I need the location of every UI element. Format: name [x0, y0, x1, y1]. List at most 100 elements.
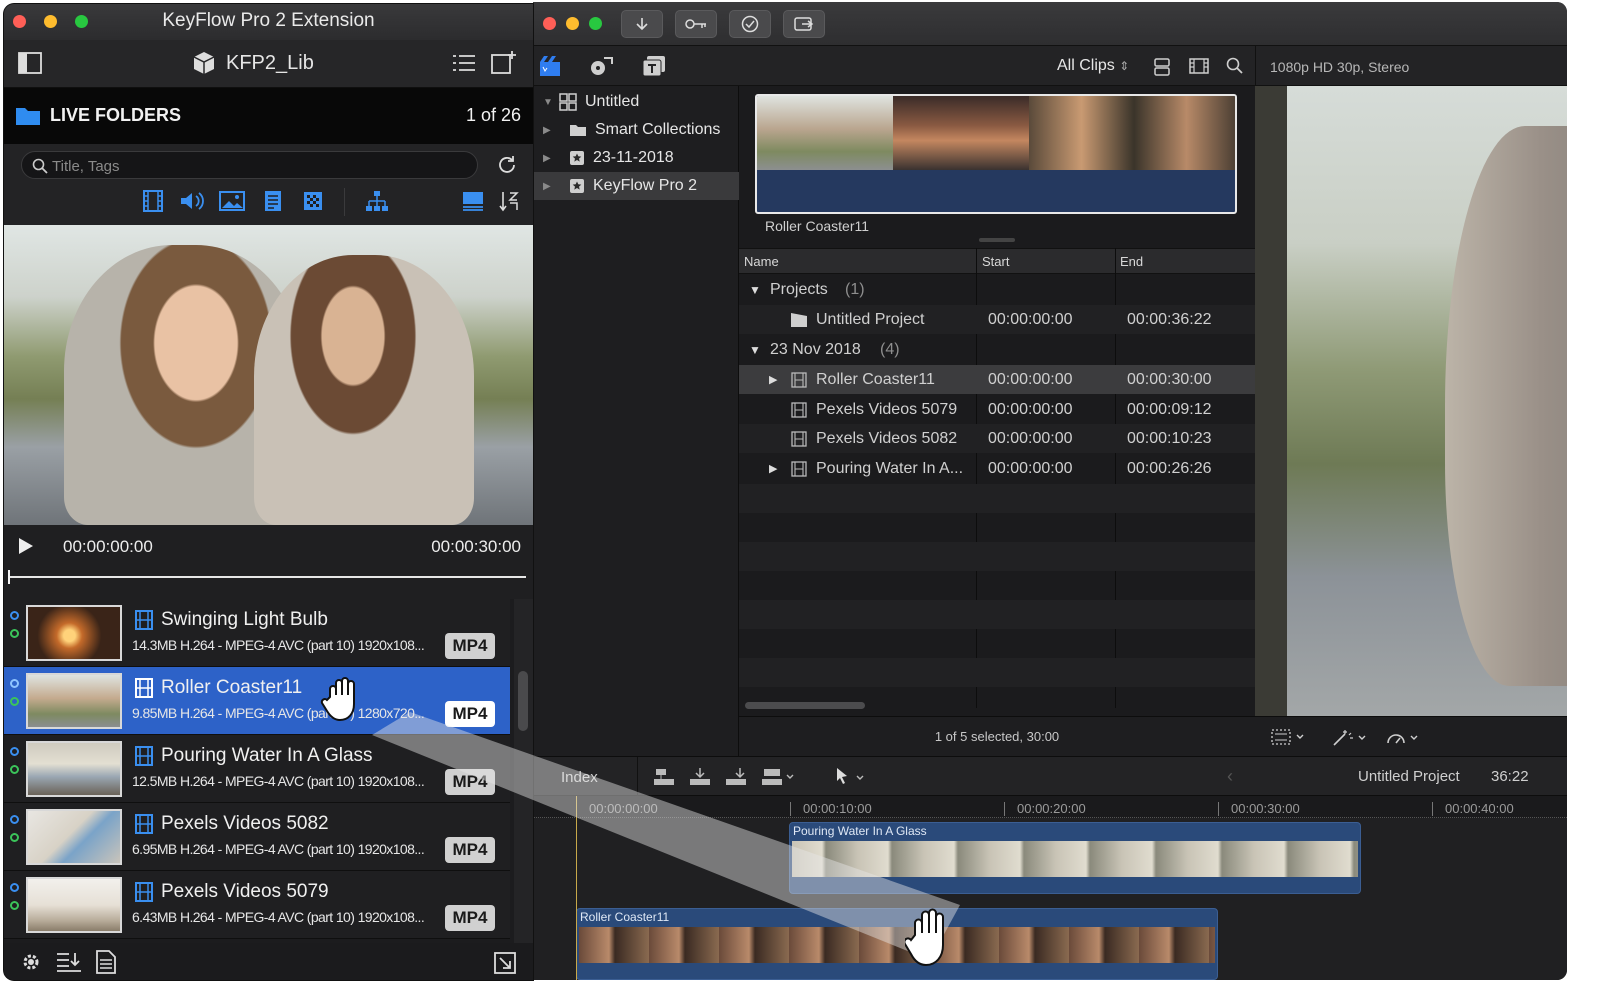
document-icon[interactable] [95, 950, 117, 974]
overwrite-clip-icon[interactable] [761, 767, 797, 787]
list-row-selected[interactable]: ▶ Roller Coaster11 00:00:00:00 00:00:30:… [739, 365, 1255, 394]
play-icon[interactable] [18, 537, 34, 555]
share-button[interactable] [783, 10, 825, 38]
disclosure-closed-icon[interactable]: ▶ [769, 462, 777, 475]
filmstrip-frame [1029, 96, 1235, 170]
video-filter-icon[interactable] [140, 188, 166, 214]
status-dot-blue [10, 747, 19, 756]
library-name[interactable]: KFP2_Lib [226, 52, 314, 75]
zoom-button[interactable] [75, 15, 88, 28]
other-files-filter-icon[interactable] [300, 188, 326, 214]
fcp-window: All Clips ⇕ 1080p HD 30p, Stereo ▼ Untit… [533, 2, 1567, 980]
resize-handle[interactable] [979, 238, 1015, 242]
view-options-icon[interactable] [1271, 729, 1305, 745]
folder-icon [569, 123, 587, 137]
clip-thumbnail [26, 741, 122, 797]
disclosure-closed-icon[interactable]: ▶ [543, 153, 557, 164]
search-input[interactable] [52, 155, 452, 177]
selected-clip-filmstrip[interactable] [755, 94, 1237, 214]
clip-list-item[interactable]: Swinging Light Bulb 14.3MB H.264 - MPEG-… [4, 599, 510, 667]
library-item-event-keyflow-pro-2[interactable]: ▶ KeyFlow Pro 2 [533, 172, 739, 200]
playhead[interactable] [576, 796, 577, 980]
sort-icon[interactable] [496, 188, 522, 214]
gear-icon[interactable] [20, 951, 42, 973]
clip-list-item[interactable]: Pouring Water In A Glass 12.5MB H.264 - … [4, 735, 510, 803]
libraries-icon[interactable] [538, 54, 562, 78]
audio-filter-icon[interactable] [179, 188, 205, 214]
search-icon[interactable] [1226, 57, 1244, 75]
select-tool-icon[interactable] [833, 767, 869, 787]
disclosure-closed-icon[interactable]: ▶ [543, 125, 557, 136]
timeline-ruler[interactable]: 00:00:00:00 00:00:10:00 00:00:20:00 00:0… [533, 796, 1567, 818]
list-row[interactable]: ▶ Pouring Water In A... 00:00:00:00 00:0… [739, 454, 1255, 483]
append-clip-icon[interactable] [725, 767, 749, 787]
scrubber-track[interactable] [8, 576, 526, 578]
filmstrip-view-icon[interactable] [1189, 57, 1209, 75]
disclosure-open-icon[interactable]: ▼ [749, 343, 761, 357]
group-row-projects[interactable]: ▼ Projects (1) [739, 275, 1255, 304]
close-button[interactable] [543, 17, 556, 30]
sidebar-toggle-icon[interactable] [18, 52, 42, 74]
updown-chevron-icon: ⇕ [1119, 59, 1130, 73]
clip-list-item[interactable]: Pexels Videos 5079 6.43MB H.264 - MPEG-4… [4, 871, 510, 939]
library-item-untitled[interactable]: ▼ Untitled [533, 88, 739, 116]
document-filter-icon[interactable] [260, 188, 286, 214]
library-item-event-23-11-2018[interactable]: ▶ 23-11-2018 [533, 144, 739, 172]
timeline-index-button[interactable]: Index [561, 769, 598, 786]
event-star-icon [569, 178, 585, 194]
vertical-scrollbar[interactable] [514, 599, 533, 943]
photos-audio-icon[interactable] [588, 54, 614, 78]
search-field[interactable] [21, 151, 478, 179]
new-folder-icon[interactable] [491, 50, 517, 74]
keyword-button[interactable] [675, 10, 717, 38]
list-row[interactable]: Pexels Videos 5082 00:00:00:00 00:00:10:… [739, 424, 1255, 453]
timeline-clip-lower[interactable]: Roller Coaster11 [576, 908, 1218, 980]
clip-filter-select[interactable]: All Clips ⇕ [1057, 57, 1129, 75]
clip-list-item-selected[interactable]: Roller Coaster11 9.85MB H.264 - MPEG-4 A… [4, 667, 510, 735]
column-end-header[interactable]: End [1120, 254, 1143, 269]
disclosure-closed-icon[interactable]: ▶ [543, 181, 557, 192]
titles-generators-icon[interactable] [641, 54, 667, 78]
disclosure-open-icon[interactable]: ▼ [543, 97, 557, 108]
clip-list-item[interactable]: Pexels Videos 5082 6.95MB H.264 - MPEG-4… [4, 803, 510, 871]
list-row[interactable]: Untitled Project 00:00:00:00 00:00:36:22 [739, 305, 1255, 334]
viewer[interactable] [1255, 86, 1567, 716]
column-start-header[interactable]: Start [982, 254, 1009, 269]
live-folders-header[interactable]: LIVE FOLDERS 1 of 26 [4, 88, 533, 144]
connect-clip-icon[interactable] [653, 767, 677, 787]
disclosure-closed-icon[interactable]: ▶ [769, 373, 777, 386]
video-preview[interactable] [4, 225, 533, 525]
image-filter-icon[interactable] [219, 188, 245, 214]
scrollbar-thumb[interactable] [518, 671, 528, 731]
resize-corner-icon[interactable] [494, 952, 516, 974]
column-name-header[interactable]: Name [744, 254, 779, 269]
minimize-button[interactable] [44, 15, 57, 28]
import-list-icon[interactable] [56, 951, 82, 973]
disclosure-open-icon[interactable]: ▼ [749, 283, 761, 297]
library-item-smart-collections[interactable]: ▶ Smart Collections [533, 116, 739, 144]
insert-clip-icon[interactable] [689, 767, 713, 787]
minimize-button[interactable] [566, 17, 579, 30]
hierarchy-icon[interactable] [364, 188, 390, 214]
ruler-label: 00:00:00:00 [589, 801, 658, 816]
group-row-event-date[interactable]: ▼ 23 Nov 2018 (4) [739, 335, 1255, 364]
list-row[interactable]: Pexels Videos 5079 00:00:00:00 00:00:09:… [739, 395, 1255, 424]
clip-filmstrip [579, 927, 1215, 963]
close-button[interactable] [13, 15, 26, 28]
scrubber-knob[interactable] [8, 570, 10, 584]
horizontal-scrollbar[interactable] [745, 702, 865, 709]
row-layout-icon[interactable] [460, 188, 486, 214]
list-view-icon[interactable] [452, 53, 476, 73]
zoom-button[interactable] [589, 17, 602, 30]
ruler-label: 00:00:10:00 [803, 801, 872, 816]
background-tasks-button[interactable] [729, 10, 771, 38]
timeline-clip-upper[interactable]: Pouring Water In A Glass [789, 822, 1361, 894]
item-start: 00:00:00:00 [988, 401, 1073, 418]
refresh-icon[interactable] [497, 155, 517, 175]
magic-wand-icon[interactable] [1331, 729, 1367, 747]
import-button[interactable] [621, 10, 663, 38]
speed-gauge-icon[interactable] [1385, 729, 1421, 747]
history-back-icon[interactable]: ‹ [1227, 766, 1233, 787]
timeline[interactable]: 00:00:00:00 00:00:10:00 00:00:20:00 00:0… [533, 796, 1567, 980]
clip-appearance-icon[interactable] [1153, 57, 1171, 77]
